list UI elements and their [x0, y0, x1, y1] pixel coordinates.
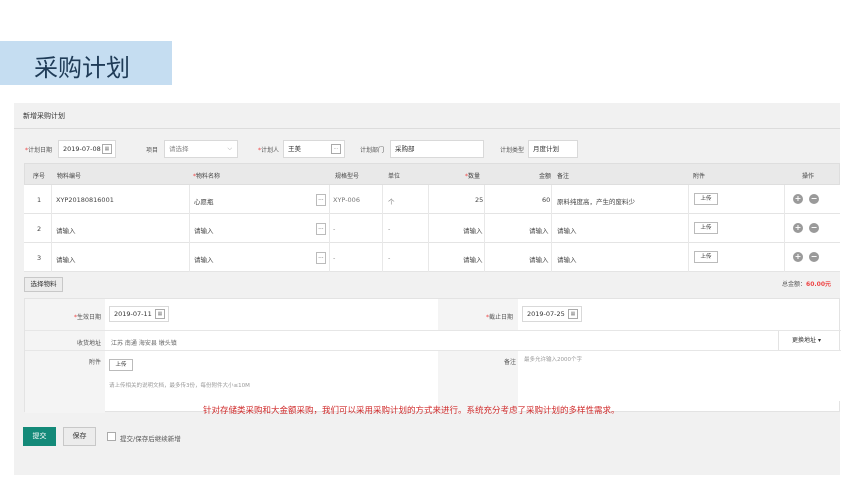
type-label: 计划类型	[500, 147, 525, 154]
attachment-label: 附件	[89, 359, 102, 366]
table-row: 2 请输入 请输入 ⋯ - - 请输入 请输入 请输入 上传 + −	[24, 214, 840, 243]
remove-row-icon[interactable]: −	[809, 252, 819, 262]
upload-button[interactable]: 上传	[694, 193, 718, 205]
upload-button[interactable]: 上传	[694, 222, 718, 234]
amount-input[interactable]: 60	[542, 196, 550, 204]
address-value: 江苏 南通 海安县 墩头镇	[111, 340, 177, 347]
remove-row-icon[interactable]: −	[809, 194, 819, 204]
material-code-input[interactable]: 请输入	[56, 254, 76, 264]
page-title: 采购计划	[34, 54, 130, 82]
picker-icon: ⋯	[331, 144, 341, 154]
notice-text: 针对存储类采购和大金额采购，我们可以采用采购计划的方式来进行。系统充分考虑了采购…	[203, 406, 620, 416]
col-attachment: 附件	[693, 173, 706, 180]
col-index: 序号	[33, 173, 46, 180]
material-code-input[interactable]: 请输入	[56, 225, 76, 235]
panel-title: 新增采购计划	[23, 112, 65, 120]
note-input[interactable]: 请输入	[557, 225, 577, 235]
attachment-hint: 请上传相关的说明文档，最多传3份，每份附件大小≤10M	[109, 383, 250, 389]
col-amount: 金额	[539, 173, 552, 180]
table-row: 3 请输入 请输入 ⋯ - - 请输入 请输入 请输入 上传 + −	[24, 243, 840, 272]
address-label: 收货地址	[77, 340, 102, 347]
note-input[interactable]: 原料纯度高，产生的废料少	[557, 196, 635, 206]
deadline-date-input[interactable]: 2019-07-25 ▦	[522, 306, 582, 322]
qty-input[interactable]: 请输入	[463, 225, 483, 235]
form-panel: 新增采购计划 *计划日期 2019-07-08 ▦ 项目 请选择 ⌵ *计划人 …	[14, 103, 841, 475]
chevron-down-icon: ⌵	[227, 145, 232, 152]
select-material-button[interactable]: 选择物料	[24, 277, 63, 292]
note-input[interactable]: 请输入	[557, 254, 577, 264]
picker-icon[interactable]: ⋯	[316, 194, 326, 206]
dates-row: *生效日期 2019-07-11 ▦ *截止日期 2019-07-25 ▦	[25, 299, 841, 331]
col-unit: 单位	[388, 173, 401, 180]
continue-label: 提交/保存后继续新增	[120, 435, 181, 443]
material-name-input[interactable]: 请输入	[194, 225, 214, 235]
col-actions: 操作	[802, 173, 815, 180]
panel-header: 新增采购计划	[14, 103, 840, 129]
col-spec: 规格型号	[335, 173, 360, 180]
material-name-input[interactable]: 心愿瓶	[194, 196, 214, 206]
address-row: 收货地址 江苏 南通 海安县 墩头镇 更换地址 ▾	[25, 331, 841, 351]
qty-input[interactable]: 请输入	[463, 254, 483, 264]
amount-input[interactable]: 请输入	[529, 254, 549, 264]
calendar-icon: ▦	[568, 309, 578, 319]
table-row: 1 XYP20180816001 心愿瓶 ⋯ XYP-006 个 25 60 原…	[24, 185, 840, 214]
add-row-icon[interactable]: +	[793, 223, 803, 233]
dept-label: 计划部门	[360, 147, 385, 154]
qty-input[interactable]: 25	[475, 196, 483, 204]
picker-icon[interactable]: ⋯	[316, 252, 326, 264]
plan-date-label: *计划日期	[25, 147, 53, 154]
caret-down-icon: ▾	[817, 337, 821, 344]
total-amount: 总金额：60.00元	[782, 281, 831, 288]
add-row-icon[interactable]: +	[793, 252, 803, 262]
picker-icon[interactable]: ⋯	[316, 223, 326, 235]
col-note: 备注	[557, 173, 570, 180]
project-select[interactable]: 请选择 ⌵	[164, 140, 238, 158]
title-banner: 采购计划	[0, 41, 172, 85]
submit-button[interactable]: 提交	[23, 427, 56, 446]
calendar-icon: ▦	[155, 309, 165, 319]
material-code-input[interactable]: XYP20180816001	[56, 196, 114, 204]
col-qty: *数量	[465, 173, 481, 180]
effective-date-label: *生效日期	[74, 314, 102, 321]
planner-input[interactable]: 王美 ⋯	[283, 140, 345, 158]
add-row-icon[interactable]: +	[793, 194, 803, 204]
change-address-button[interactable]: 更换地址 ▾	[778, 331, 841, 350]
remove-row-icon[interactable]: −	[809, 223, 819, 233]
upload-button[interactable]: 上传	[694, 251, 718, 263]
calendar-icon: ▦	[102, 144, 112, 154]
continue-checkbox[interactable]	[107, 432, 116, 441]
remark-label: 备注	[504, 359, 517, 366]
deadline-date-label: *截止日期	[486, 314, 514, 321]
plan-date-input[interactable]: 2019-07-08 ▦	[58, 140, 116, 158]
dept-input[interactable]: 采购部	[390, 140, 484, 158]
col-code: 物料编号	[57, 173, 82, 180]
remark-textarea[interactable]: 最多允许输入2000个字	[520, 351, 841, 401]
table-header: 序号 物料编号 *物料名称 规格型号 单位 *数量 金额 备注 附件 操作	[24, 163, 840, 185]
save-button[interactable]: 保存	[63, 427, 96, 446]
amount-input[interactable]: 请输入	[529, 225, 549, 235]
col-name: *物料名称	[193, 173, 221, 180]
project-label: 项目	[146, 147, 159, 154]
effective-date-input[interactable]: 2019-07-11 ▦	[109, 306, 169, 322]
details-section: *生效日期 2019-07-11 ▦ *截止日期 2019-07-25 ▦ 收货…	[24, 298, 841, 413]
type-input[interactable]: 月度计划	[528, 140, 578, 158]
material-name-input[interactable]: 请输入	[194, 254, 214, 264]
planner-label: *计划人	[258, 147, 280, 154]
attachment-upload-button[interactable]: 上传	[109, 359, 133, 371]
